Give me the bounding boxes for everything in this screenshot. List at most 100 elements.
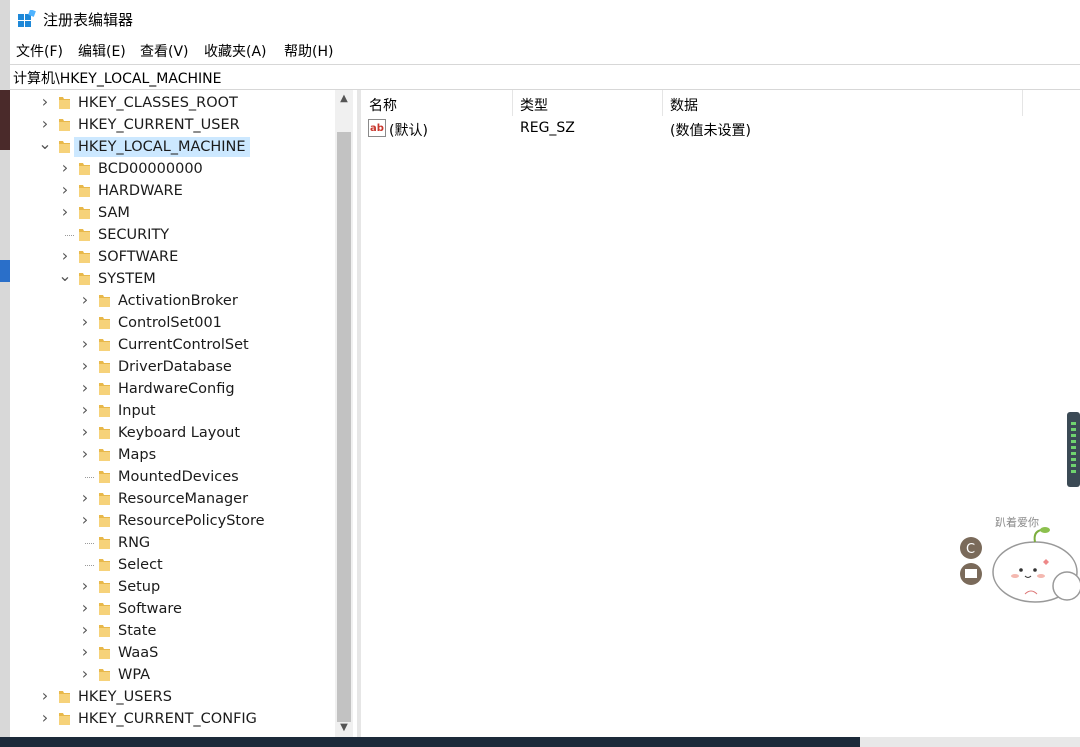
tree-node[interactable]: › HardwareConfig xyxy=(10,378,340,400)
folder-icon xyxy=(78,249,91,264)
tree-node[interactable]: › HKEY_USERS xyxy=(10,686,340,708)
tree-node[interactable]: › ControlSet001 xyxy=(10,312,340,334)
expand-chevron-icon[interactable]: › xyxy=(78,312,92,331)
folder-icon xyxy=(98,293,111,308)
expand-chevron-icon[interactable]: › xyxy=(78,334,92,353)
scroll-up-icon[interactable]: ▲ xyxy=(335,90,353,108)
scroll-thumb[interactable] xyxy=(337,132,351,722)
tree-node[interactable]: › Software xyxy=(10,598,340,620)
address-bar[interactable]: 计算机\HKEY_LOCAL_MACHINE xyxy=(10,64,1080,90)
expand-chevron-icon[interactable]: › xyxy=(78,356,92,375)
expand-chevron-icon[interactable]: › xyxy=(78,510,92,529)
tree-node-label: DriverDatabase xyxy=(118,359,232,375)
scroll-down-icon[interactable]: ▼ xyxy=(335,719,353,737)
tree-node[interactable]: ⌄ SYSTEM xyxy=(10,266,340,290)
expand-chevron-icon[interactable]: › xyxy=(78,378,92,397)
tree-node[interactable]: Select xyxy=(10,554,340,576)
tree-node[interactable]: SECURITY xyxy=(10,224,340,246)
expand-chevron-icon[interactable]: › xyxy=(58,158,72,177)
tree-node-label: HKEY_CLASSES_ROOT xyxy=(78,95,238,111)
tree-node[interactable]: › ResourceManager xyxy=(10,488,340,510)
tree-connector xyxy=(85,543,94,544)
expand-chevron-icon[interactable]: › xyxy=(78,400,92,419)
expand-chevron-icon[interactable]: › xyxy=(38,686,52,705)
tree-node[interactable]: › SOFTWARE xyxy=(10,246,340,268)
column-header-name[interactable]: 名称 xyxy=(361,90,513,116)
tree-node[interactable]: ⌄ HKEY_LOCAL_MACHINE xyxy=(10,134,340,158)
title-bar: 注册表编辑器 xyxy=(10,0,1080,38)
column-header-type[interactable]: 类型 xyxy=(512,90,663,116)
collapse-chevron-icon[interactable]: ⌄ xyxy=(38,134,52,153)
column-header-data[interactable]: 数据 xyxy=(662,90,1023,116)
tree-node-label: Maps xyxy=(118,447,157,463)
tree-node-label: WPA xyxy=(118,667,151,683)
value-data: (数值未设置) xyxy=(670,123,751,139)
folder-icon xyxy=(78,205,91,220)
tree-node[interactable]: › HARDWARE xyxy=(10,180,340,202)
tree-scrollbar[interactable]: ▲ ▼ xyxy=(335,90,353,737)
expand-chevron-icon[interactable]: › xyxy=(78,576,92,595)
column-label: 名称 xyxy=(369,98,397,114)
menu-file[interactable]: 文件(F) xyxy=(16,41,63,61)
expand-chevron-icon[interactable]: › xyxy=(78,444,92,463)
folder-icon xyxy=(98,623,111,638)
external-scroll-indicator xyxy=(1067,412,1080,487)
expand-chevron-icon[interactable]: › xyxy=(38,708,52,727)
expand-chevron-icon[interactable]: › xyxy=(58,246,72,265)
tree-node[interactable]: › HKEY_CURRENT_CONFIG xyxy=(10,708,340,730)
menu-favorites[interactable]: 收藏夹(A) xyxy=(204,41,267,61)
tree-node[interactable]: › SAM xyxy=(10,202,340,224)
menu-view[interactable]: 查看(V) xyxy=(140,41,189,61)
tree-node[interactable]: › ResourcePolicyStore xyxy=(10,510,340,532)
tree-connector xyxy=(85,565,94,566)
expand-chevron-icon[interactable]: › xyxy=(78,488,92,507)
tree-node-label: SYSTEM xyxy=(98,271,156,287)
menu-help[interactable]: 帮助(H) xyxy=(284,41,333,61)
expand-chevron-icon[interactable]: › xyxy=(38,114,52,133)
tree-node-label: ResourcePolicyStore xyxy=(118,513,265,529)
folder-icon xyxy=(58,139,71,154)
tree-node-label: State xyxy=(118,623,157,639)
expand-chevron-icon[interactable]: › xyxy=(38,92,52,111)
tree-node[interactable]: › HKEY_CURRENT_USER xyxy=(10,114,340,136)
tree-node-label: Software xyxy=(118,601,182,617)
tree-node[interactable]: › DriverDatabase xyxy=(10,356,340,378)
tree-node-label: WaaS xyxy=(118,645,159,661)
tree-node[interactable]: › HKEY_CLASSES_ROOT xyxy=(10,92,340,114)
tree-node[interactable]: › BCD00000000 xyxy=(10,158,340,180)
tree-node[interactable]: › State xyxy=(10,620,340,642)
expand-chevron-icon[interactable]: › xyxy=(78,598,92,617)
tree-node-label: RNG xyxy=(118,535,151,551)
tree-node[interactable]: › WPA xyxy=(10,664,340,686)
tree-node-label: HKEY_LOCAL_MACHINE xyxy=(74,137,250,157)
tree-node-label: HardwareConfig xyxy=(118,381,235,397)
tree-node[interactable]: › ActivationBroker xyxy=(10,290,340,312)
folder-icon xyxy=(98,403,111,418)
tree-node[interactable]: RNG xyxy=(10,532,340,554)
expand-chevron-icon[interactable]: › xyxy=(78,422,92,441)
tree-node[interactable]: › CurrentControlSet xyxy=(10,334,340,356)
expand-chevron-icon[interactable]: › xyxy=(78,642,92,661)
expand-chevron-icon[interactable]: › xyxy=(58,202,72,221)
folder-icon xyxy=(98,579,111,594)
svg-text:ab: ab xyxy=(370,123,384,134)
expand-chevron-icon[interactable]: › xyxy=(78,664,92,683)
tree-node[interactable]: › Keyboard Layout xyxy=(10,422,340,444)
column-label: 类型 xyxy=(520,98,548,114)
expand-chevron-icon[interactable]: › xyxy=(78,290,92,309)
tree-node[interactable]: MountedDevices xyxy=(10,466,340,488)
value-row[interactable]: ab (默认) REG_SZ (数值未设置) xyxy=(361,118,1080,140)
tree-node[interactable]: › Input xyxy=(10,400,340,422)
folder-icon xyxy=(58,689,71,704)
svg-text:C: C xyxy=(966,542,975,557)
tree-node-label: HKEY_CURRENT_USER xyxy=(78,117,240,133)
collapse-chevron-icon[interactable]: ⌄ xyxy=(58,266,72,285)
tree-node[interactable]: › Setup xyxy=(10,576,340,598)
expand-chevron-icon[interactable]: › xyxy=(58,180,72,199)
tree-node[interactable]: › Maps xyxy=(10,444,340,466)
folder-icon xyxy=(58,95,71,110)
decorative-sticker: 趴着爱你 C xyxy=(960,515,1080,603)
menu-edit[interactable]: 编辑(E) xyxy=(78,41,126,61)
tree-node[interactable]: › WaaS xyxy=(10,642,340,664)
expand-chevron-icon[interactable]: › xyxy=(78,620,92,639)
